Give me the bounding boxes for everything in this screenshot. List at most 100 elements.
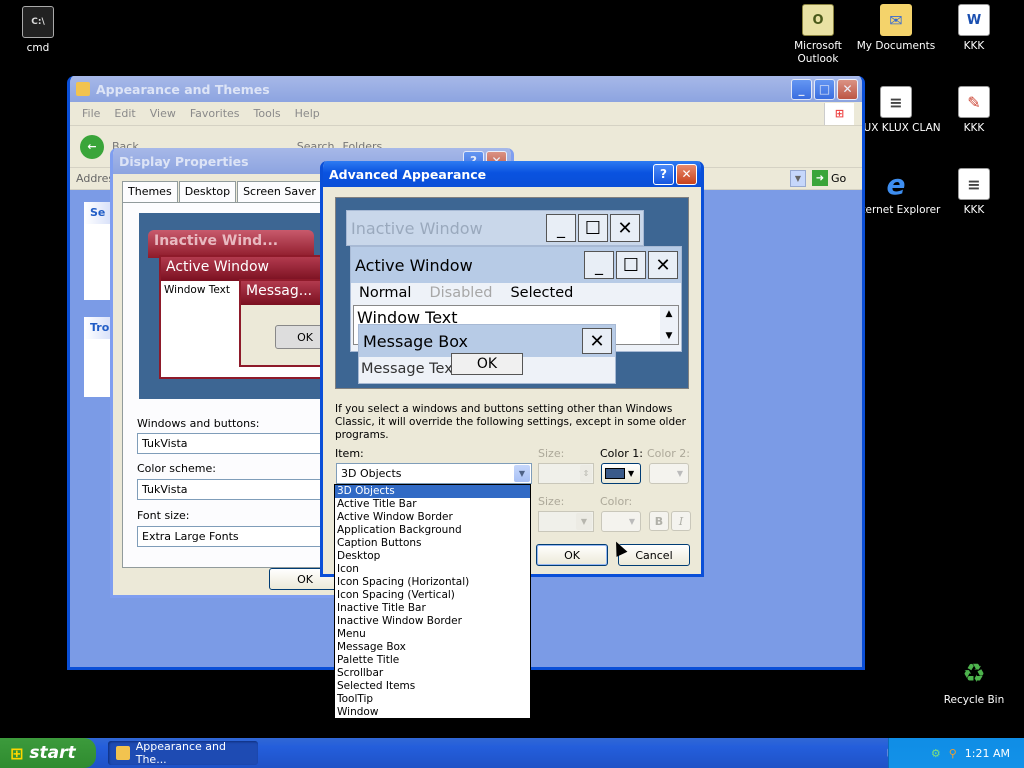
tab-themes[interactable]: Themes xyxy=(122,181,178,202)
dropdown-option[interactable]: Inactive Window Border xyxy=(335,615,530,628)
italic-button[interactable]: I xyxy=(671,511,691,531)
explorer-title-bar[interactable]: Appearance and Themes _ □ ✕ xyxy=(70,76,862,102)
dropdown-option[interactable]: Palette Title xyxy=(335,654,530,667)
bold-button[interactable]: B xyxy=(649,511,669,531)
font-size-select[interactable]: Extra Large Fonts xyxy=(137,526,327,547)
search-icon[interactable]: ⚲ xyxy=(949,747,957,760)
tab-screen-saver[interactable]: Screen Saver xyxy=(237,181,322,202)
dropdown-option[interactable]: Active Title Bar xyxy=(335,498,530,511)
desktop-icon-label: KKK xyxy=(963,204,985,216)
tab-desktop[interactable]: Desktop xyxy=(178,181,237,202)
address-dropdown-arrow[interactable]: ▼ xyxy=(790,170,806,187)
desktop-icon-label: Microsoft Outlook xyxy=(794,40,842,65)
desktop-icon-label: KKK xyxy=(963,122,985,134)
size-spinner[interactable]: ⇕ xyxy=(538,463,594,484)
taskbar: ⊞ start Appearance and The... ⌨ ⚙ ⚲ 1:21… xyxy=(0,738,1024,768)
dropdown-option[interactable]: Icon Spacing (Horizontal) xyxy=(335,576,530,589)
preview-active-title: Active Window xyxy=(161,257,337,281)
chevron-down-icon: ▼ xyxy=(628,469,635,478)
go-label: Go xyxy=(831,171,847,185)
item-dropdown-list[interactable]: 3D Objects Active Title Bar Active Window … xyxy=(334,484,531,719)
go-button[interactable]: ➜ Go xyxy=(812,170,846,186)
desktop-icon-kkk-text[interactable]: ≡ KKK xyxy=(929,168,1019,217)
dropdown-option[interactable]: Message Box xyxy=(335,641,530,654)
dropdown-rows: 3D Objects Active Title Bar Active Window … xyxy=(335,485,530,719)
dropdown-option[interactable]: Inactive Title Bar xyxy=(335,602,530,615)
start-button[interactable]: ⊞ start xyxy=(0,738,96,768)
taskbar-item-appearance[interactable]: Appearance and The... xyxy=(108,740,258,766)
recycle-bin-icon: ♻ xyxy=(962,658,986,689)
clock[interactable]: 1:21 AM xyxy=(965,747,1010,760)
explorer-menu-bar: File Edit View Favorites Tools Help ⊞ xyxy=(70,102,862,126)
windows-buttons-select[interactable]: TukVista xyxy=(137,433,327,454)
dropdown-option[interactable]: Window xyxy=(335,706,530,719)
size-label: Size: xyxy=(538,447,565,460)
font-color-button[interactable]: ▼ xyxy=(601,511,641,532)
dropdown-option[interactable]: Icon xyxy=(335,563,530,576)
color1-button[interactable]: ▼ xyxy=(601,463,641,484)
chevron-down-icon[interactable]: ▼ xyxy=(514,465,530,482)
word-document-icon: W xyxy=(958,4,990,36)
window-icon xyxy=(76,82,90,96)
item-select-value: 3D Objects xyxy=(341,467,402,480)
desktop-icon-my-documents[interactable]: ✉ My Documents xyxy=(851,4,941,53)
preview-close-icon: ✕ xyxy=(610,214,640,242)
preview-menu-bar: Normal Disabled Selected xyxy=(351,283,681,303)
dropdown-option[interactable]: Caption Buttons xyxy=(335,537,530,550)
dropdown-option[interactable]: 3D Objects xyxy=(335,485,530,498)
advanced-ok-button[interactable]: OK xyxy=(536,544,608,566)
dropdown-option[interactable]: Application Background xyxy=(335,524,530,537)
menu-favorites[interactable]: Favorites xyxy=(190,107,240,120)
color2-button[interactable]: ▼ xyxy=(649,463,689,484)
system-tray: ⚙ ⚲ 1:21 AM xyxy=(888,738,1024,768)
item-select[interactable]: 3D Objects ▼ xyxy=(336,463,532,484)
menu-view[interactable]: View xyxy=(150,107,176,120)
desktop-icon-kkk-word[interactable]: W KKK xyxy=(929,4,1019,53)
menu-tools[interactable]: Tools xyxy=(254,107,281,120)
color1-swatch xyxy=(605,468,625,479)
preview-inactive-window: Inactive Window _ ☐ ✕ xyxy=(346,210,644,246)
dropdown-option[interactable]: Scrollbar xyxy=(335,667,530,680)
desktop-icon-kkk-paint[interactable]: ✎ KKK xyxy=(929,86,1019,135)
desktop-icon-outlook[interactable]: O Microsoft Outlook xyxy=(773,4,863,66)
dropdown-option[interactable]: Icon Spacing (Vertical) xyxy=(335,589,530,602)
preview-active-titlebar: Active Window _ ☐ ✕ xyxy=(351,247,681,283)
font-size-select[interactable]: ▼ xyxy=(538,511,594,532)
advanced-title-bar[interactable]: Advanced Appearance ? ✕ xyxy=(323,161,701,187)
color-scheme-select[interactable]: TukVista xyxy=(137,479,327,500)
windows-logo-icon: ⊞ xyxy=(824,102,854,125)
preview-scrollbar: ▲ ▼ xyxy=(660,306,678,344)
dialog-title: Advanced Appearance xyxy=(329,166,487,182)
preview-inactive-title: Inactive Wind... xyxy=(148,230,314,258)
help-button[interactable]: ? xyxy=(653,163,674,185)
network-icon[interactable]: ⚙ xyxy=(931,747,941,760)
close-button[interactable]: ✕ xyxy=(837,78,858,100)
dropdown-option[interactable]: Active Window Border xyxy=(335,511,530,524)
dropdown-option[interactable]: Desktop xyxy=(335,550,530,563)
maximize-button[interactable]: □ xyxy=(814,78,835,100)
preview-menu-selected: Selected xyxy=(510,285,574,301)
close-button[interactable]: ✕ xyxy=(676,163,697,185)
menu-help[interactable]: Help xyxy=(295,107,320,120)
start-label: start xyxy=(29,743,76,763)
desktop-icon-cmd[interactable]: C:\ cmd xyxy=(0,6,83,55)
font-color-label: Color: xyxy=(600,495,633,508)
back-arrow-icon[interactable]: ← xyxy=(80,134,104,159)
font-size-label: Size: xyxy=(538,495,565,508)
internet-explorer-icon: e xyxy=(886,167,906,201)
font-size-label: Font size: xyxy=(137,509,190,522)
dropdown-option[interactable]: Selected Items xyxy=(335,680,530,693)
desktop-icon-recycle-bin[interactable]: ♻ Recycle Bin xyxy=(929,658,1019,707)
outlook-icon: O xyxy=(802,4,834,36)
windows-buttons-label: Windows and buttons: xyxy=(137,417,260,430)
dropdown-option[interactable]: ToolTip xyxy=(335,693,530,706)
desktop-icon-label: Recycle Bin xyxy=(943,694,1005,706)
chevron-down-icon: ▼ xyxy=(576,513,592,530)
menu-file[interactable]: File xyxy=(82,107,100,120)
advanced-cancel-button[interactable]: Cancel xyxy=(618,544,690,566)
preview-minimize-icon: _ xyxy=(546,214,576,242)
preview-close-icon: ✕ xyxy=(582,328,612,354)
dropdown-option[interactable]: Menu xyxy=(335,628,530,641)
minimize-button[interactable]: _ xyxy=(791,78,812,100)
menu-edit[interactable]: Edit xyxy=(114,107,135,120)
